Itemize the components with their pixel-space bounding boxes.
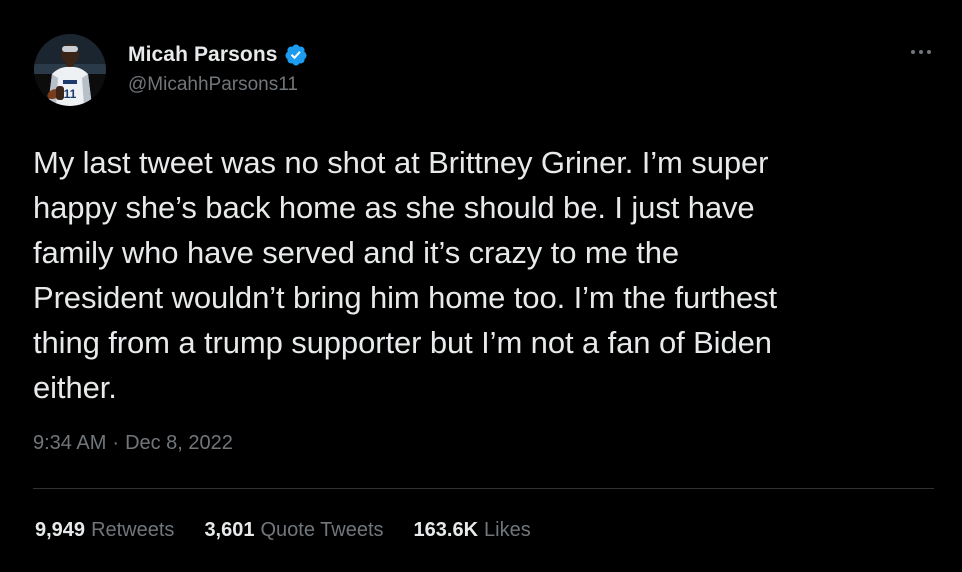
- quote-tweets-count: 3,601: [204, 519, 255, 541]
- display-name[interactable]: Micah Parsons: [128, 43, 278, 67]
- user-handle[interactable]: @MicahhParsons11: [128, 74, 308, 96]
- divider: [33, 488, 934, 489]
- name-row: Micah Parsons: [128, 40, 308, 70]
- timestamp-separator: ·: [112, 432, 120, 454]
- tweet-card: 11 Micah Parsons @MicahhParsons11 My las…: [0, 0, 962, 572]
- tweet-timestamp[interactable]: 9:34 AM · Dec 8, 2022: [33, 432, 233, 455]
- retweets-count: 9,949: [35, 519, 86, 541]
- likes-count: 163.6K: [413, 519, 479, 541]
- verified-badge-icon: [284, 43, 308, 67]
- retweets-stat[interactable]: 9,949 Retweets: [35, 519, 174, 542]
- avatar[interactable]: 11: [34, 34, 106, 106]
- svg-text:11: 11: [64, 87, 77, 101]
- quote-tweets-label: Quote Tweets: [260, 519, 384, 541]
- likes-label: Likes: [484, 519, 531, 541]
- tweet-date: Dec 8, 2022: [125, 432, 233, 454]
- likes-stat[interactable]: 163.6K Likes: [414, 519, 531, 542]
- tweet-time: 9:34 AM: [33, 432, 107, 454]
- retweets-label: Retweets: [91, 519, 175, 541]
- engagement-stats: 9,949 Retweets 3,601 Quote Tweets 163.6K Li…: [35, 519, 531, 542]
- more-horizontal-icon[interactable]: [906, 42, 936, 62]
- user-info: Micah Parsons @MicahhParsons11: [128, 40, 308, 96]
- tweet-text: My last tweet was no shot at Brittney Gr…: [33, 145, 778, 405]
- quote-tweets-stat[interactable]: 3,601 Quote Tweets: [204, 519, 383, 542]
